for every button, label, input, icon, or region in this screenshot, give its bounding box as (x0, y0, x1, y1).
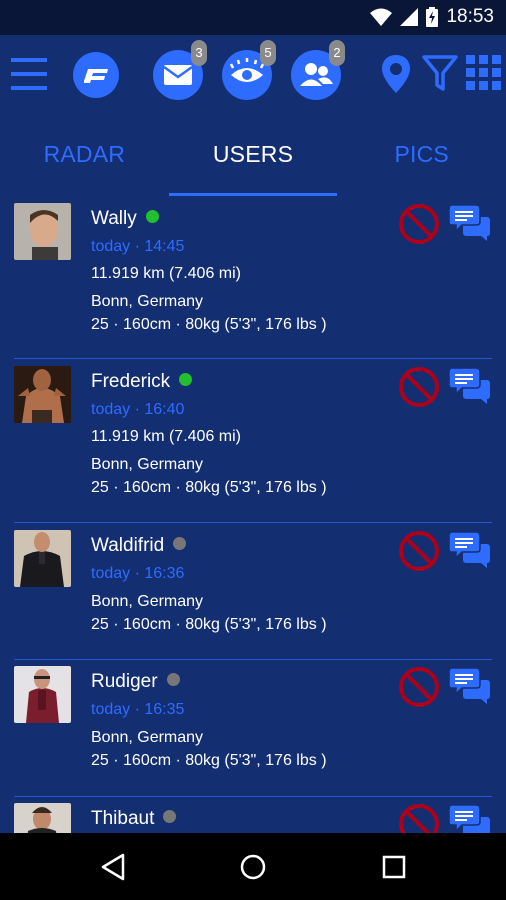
grid-icon[interactable] (466, 55, 502, 91)
avatar[interactable] (14, 803, 71, 833)
location: Bonn, Germany (91, 456, 204, 473)
block-icon[interactable] (398, 803, 440, 833)
chat-icon[interactable] (449, 803, 491, 833)
block-icon[interactable] (398, 366, 440, 408)
messages-badge: 3 (191, 40, 207, 66)
offline-status-dot (166, 673, 180, 687)
tab-radar[interactable]: RADAR (0, 115, 169, 197)
chat-icon[interactable] (449, 203, 491, 245)
last-seen: today · 16:35 (91, 701, 185, 718)
avatar[interactable] (14, 203, 71, 260)
user-name[interactable]: Wally (91, 208, 159, 230)
list-item[interactable]: Rudiger today · 16:35 Bonn, Germany 25 ·… (0, 660, 506, 797)
tab-bar: RADAR USERS PICS (0, 115, 506, 197)
status-time: 18:53 (446, 6, 494, 27)
chat-icon[interactable] (449, 666, 491, 708)
filter-icon[interactable] (422, 55, 458, 91)
list-item[interactable]: Frederick today · 16:40 11.919 km (7.406… (0, 360, 506, 523)
last-seen: today · 16:36 (91, 565, 185, 582)
chat-icon[interactable] (449, 366, 491, 408)
user-name[interactable]: Frederick (91, 371, 193, 393)
distance: 11.919 km (7.406 mi) (91, 265, 241, 282)
online-status-dot (179, 373, 193, 387)
battery-icon (426, 7, 439, 27)
block-icon[interactable] (398, 530, 440, 572)
wifi-icon (370, 8, 393, 26)
location: Bonn, Germany (91, 593, 204, 610)
last-seen: today · 16:40 (91, 401, 185, 418)
location-icon[interactable] (381, 55, 411, 93)
user-stats: 25 · 160cm · 80kg (5'3", 176 lbs ) (91, 316, 327, 333)
signal-icon (400, 8, 419, 26)
tab-users[interactable]: USERS (169, 115, 338, 197)
list-item[interactable]: Thibaut (0, 797, 506, 833)
avatar[interactable] (14, 666, 71, 723)
divider (14, 522, 492, 523)
friends-badge: 2 (329, 40, 345, 66)
views-badge: 5 (260, 40, 276, 66)
user-list[interactable]: Wally today · 14:45 11.919 km (7.406 mi)… (0, 197, 506, 833)
system-nav-bar (0, 833, 506, 900)
block-icon[interactable] (398, 666, 440, 708)
menu-icon[interactable] (11, 56, 47, 92)
offline-status-dot (163, 810, 177, 824)
last-seen: today · 14:45 (91, 238, 185, 255)
status-bar: 18:53 (0, 0, 506, 35)
recents-icon[interactable] (381, 854, 407, 880)
list-item[interactable]: Waldifrid today · 16:36 Bonn, Germany 25… (0, 524, 506, 660)
list-item[interactable]: Wally today · 14:45 11.919 km (7.406 mi)… (0, 197, 506, 359)
logo-icon[interactable] (72, 51, 120, 99)
user-name[interactable]: Waldifrid (91, 535, 187, 557)
app-bar: 3 5 2 (0, 35, 506, 115)
user-stats: 25 · 160cm · 80kg (5'3", 176 lbs ) (91, 616, 327, 633)
offline-status-dot (173, 537, 187, 551)
user-name[interactable]: Rudiger (91, 671, 180, 693)
block-icon[interactable] (398, 203, 440, 245)
divider (14, 358, 492, 359)
tab-pics[interactable]: PICS (337, 115, 506, 197)
home-icon[interactable] (239, 853, 267, 881)
chat-icon[interactable] (449, 530, 491, 572)
avatar[interactable] (14, 366, 71, 423)
location: Bonn, Germany (91, 293, 204, 310)
user-stats: 25 · 160cm · 80kg (5'3", 176 lbs ) (91, 752, 327, 769)
avatar[interactable] (14, 530, 71, 587)
user-stats: 25 · 160cm · 80kg (5'3", 176 lbs ) (91, 479, 327, 496)
user-name[interactable]: Thibaut (91, 808, 177, 830)
distance: 11.919 km (7.406 mi) (91, 428, 241, 445)
online-status-dot (145, 210, 159, 224)
back-icon[interactable] (100, 853, 126, 881)
tab-indicator (169, 193, 337, 196)
location: Bonn, Germany (91, 729, 204, 746)
